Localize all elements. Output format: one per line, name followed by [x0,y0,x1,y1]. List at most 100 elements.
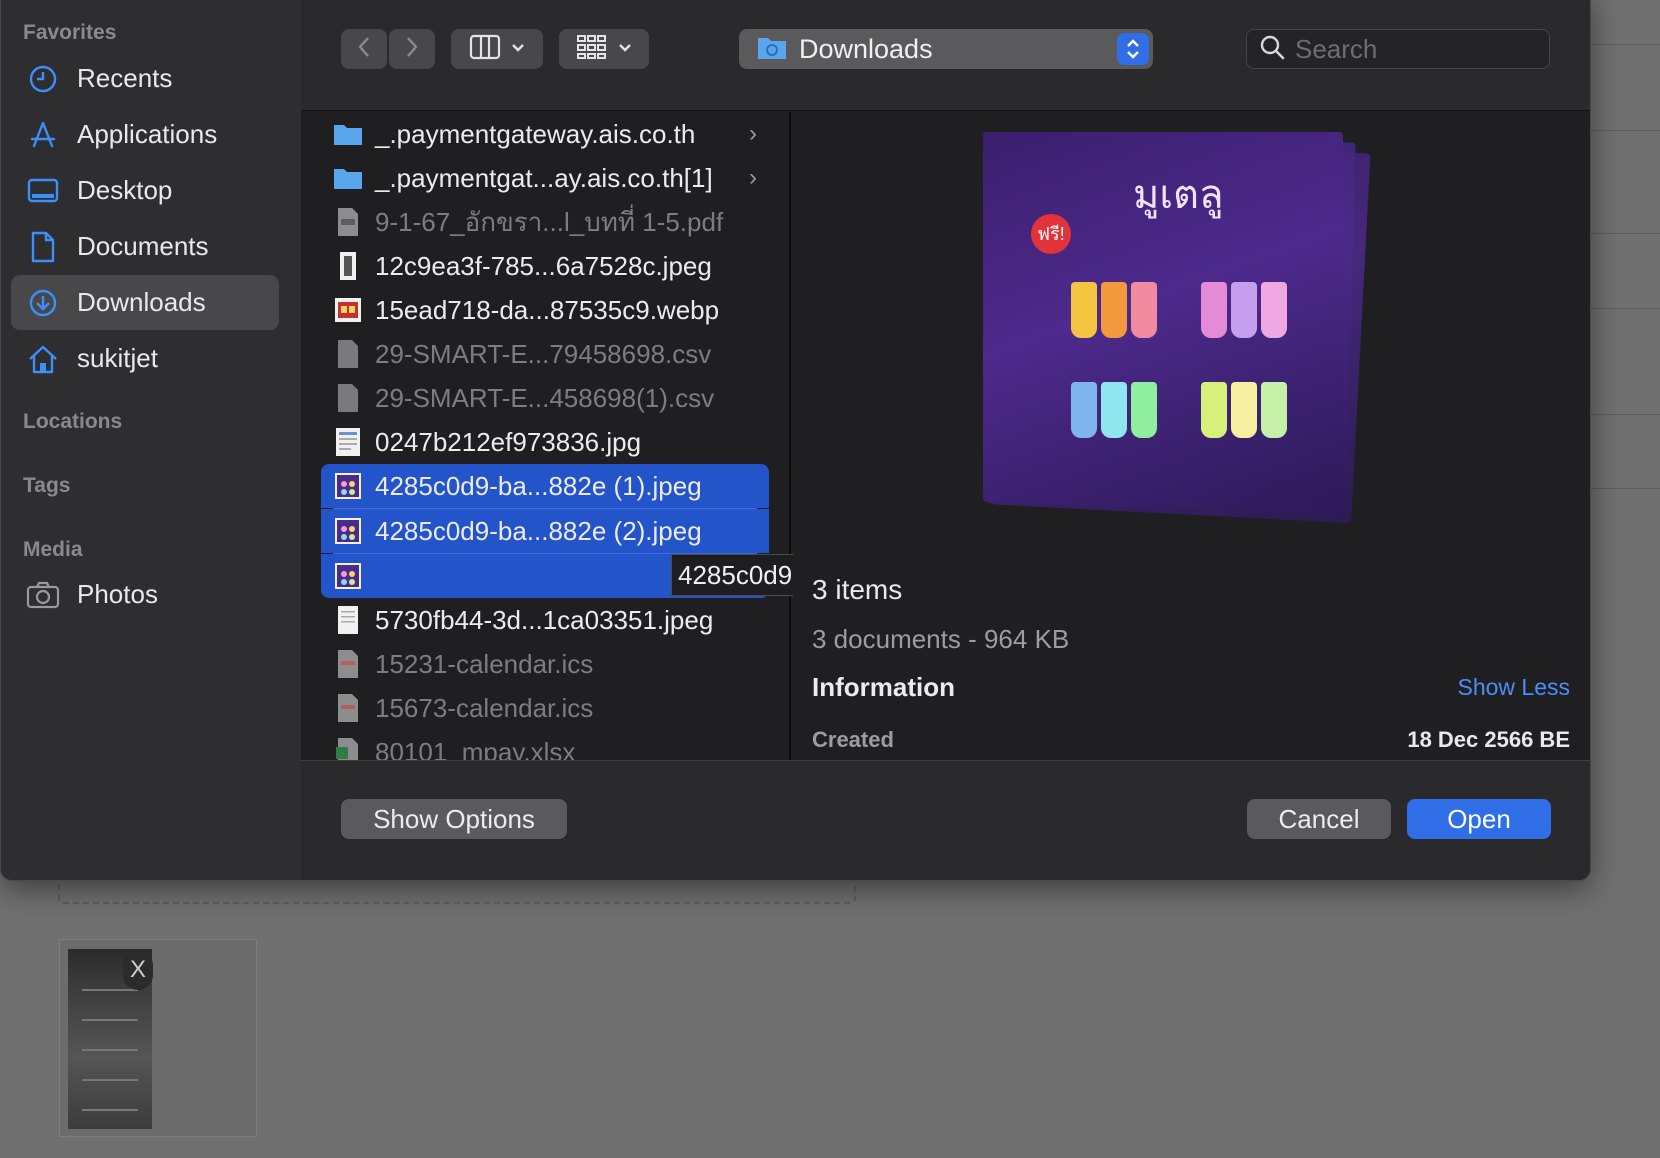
poster-title: มูเตลู [1133,172,1224,218]
csv-file-icon [333,339,363,369]
calendar-file-icon [333,693,363,723]
sidebar-item-recents[interactable]: Recents [11,51,279,106]
file-name: 0247b212ef973836.jpg [375,426,642,457]
poster-badge: ฟรี! [1031,214,1071,254]
cup-illustration [1201,382,1227,438]
cup-illustration [1131,282,1157,338]
image-file-icon [333,471,363,501]
group-by-button[interactable] [559,29,649,69]
sidebar-item-photos[interactable]: Photos [11,567,279,622]
sidebar-heading-media: Media [23,538,83,561]
file-row[interactable]: _.paymentgateway.ais.co.th › [321,112,769,156]
sidebar-heading-tags[interactable]: Tags [23,474,70,498]
folder-icon [333,119,363,149]
information-heading: Information [812,672,955,702]
pdf-file-icon [333,207,363,237]
sidebar-item-label: Desktop [77,175,173,205]
preview-title: 3 items [812,574,903,605]
file-row-selected[interactable]: 4285c0d9-ba...882e (1).jpeg [321,464,769,508]
calendar-file-icon [333,649,363,679]
folder-icon [757,34,787,65]
chevron-left-icon [357,35,371,64]
chevron-down-icon [511,40,525,58]
forward-button[interactable] [389,29,435,69]
file-row[interactable]: 0247b212ef973836.jpg [321,420,769,464]
open-button[interactable]: Open [1407,799,1551,839]
file-row[interactable]: 12c9ea3f-785...6a7528c.jpeg [321,244,769,288]
file-name: 12c9ea3f-785...6a7528c.jpeg [375,250,712,281]
updown-chevron-icon [1117,33,1149,65]
cup-illustration [1261,282,1287,338]
sidebar-item-label: sukitjet [77,343,158,373]
chevron-right-icon [405,35,419,64]
image-file-icon [333,251,363,281]
grid-icon [576,34,608,65]
image-file-icon [333,561,363,591]
file-row[interactable]: _.paymentgat...ay.ais.co.th[1] › [321,156,769,200]
sidebar-item-label: Photos [77,579,158,609]
chevron-right-icon: › [749,120,757,147]
file-row: 15231-calendar.ics [321,642,769,686]
cup-illustration [1131,382,1157,438]
desktop-icon [25,173,61,209]
toolbar: Downloads Search [301,0,1590,111]
sidebar-item-label: Documents [77,231,209,261]
back-button[interactable] [341,29,387,69]
location-label: Downloads [799,33,933,64]
sidebar-item-label: Recents [77,63,173,93]
bg-divider [1590,44,1660,45]
file-row: 9-1-67_อักขรา...l_บทที่ 1-5.pdf [321,200,769,244]
document-icon [25,229,61,265]
cup-illustration [1261,382,1287,438]
file-list[interactable]: _.paymentgateway.ais.co.th › _.paymentga… [301,112,791,760]
view-mode-button[interactable] [451,29,543,69]
preview-pane: มูเตลู ฟรี! 3 items 3 documents - 964 KB… [793,112,1590,760]
sidebar-heading-locations[interactable]: Locations [23,410,122,434]
applications-icon [25,117,61,153]
file-row[interactable]: 15ead718-da...87535c9.webp [321,288,769,332]
file-name: 15673-calendar.ics [375,692,594,723]
sidebar-heading-favorites: Favorites [23,21,117,44]
sidebar-item-label: Downloads [77,287,206,317]
created-label: Created [812,727,894,752]
cup-illustration [1101,282,1127,338]
location-popup[interactable]: Downloads [739,29,1153,69]
camera-icon [25,577,61,613]
cup-illustration [1231,382,1257,438]
bg-divider [1590,414,1660,415]
file-name: 5730fb44-3d...1ca03351.jpeg [375,604,714,635]
download-icon [25,285,61,321]
sidebar-item-downloads[interactable]: Downloads [11,275,279,330]
folder-icon [333,163,363,193]
file-name: 29-SMART-E...458698(1).csv [375,382,715,413]
sidebar-item-label: Applications [77,119,218,149]
bg-divider [1590,488,1660,489]
file-row[interactable]: 5730fb44-3d...1ca03351.jpeg [321,598,769,642]
sidebar-item-home[interactable]: sukitjet [11,331,279,386]
search-field[interactable]: Search [1246,29,1550,69]
cup-illustration [1071,282,1097,338]
sidebar: Favorites Recents Applications Desktop D… [1,0,301,880]
file-row: 15673-calendar.ics [321,686,769,730]
file-name: 9-1-67_อักขรา...l_บทที่ 1-5.pdf [375,206,724,237]
bg-divider [1590,233,1660,234]
csv-file-icon [333,383,363,413]
file-name: 29-SMART-E...79458698.csv [375,338,712,369]
show-options-button[interactable]: Show Options [341,799,567,839]
cancel-button[interactable]: Cancel [1247,799,1391,839]
cup-illustration [1101,382,1127,438]
dialog-footer: Show Options Cancel Open [301,760,1590,880]
cup-illustration [1071,382,1097,438]
sidebar-item-documents[interactable]: Documents [11,219,279,274]
sidebar-item-desktop[interactable]: Desktop [11,163,279,218]
preview-image: มูเตลู ฟรี! [983,132,1343,502]
chevron-right-icon: › [749,164,757,191]
show-less-link[interactable]: Show Less [1457,674,1570,701]
remove-thumbnail-button[interactable]: X [123,950,153,990]
file-row: 29-SMART-E...79458698.csv [321,332,769,376]
file-row-selected[interactable]: 4285c0d9-ba...882e (2).jpeg [321,509,769,553]
file-name: 15231-calendar.ics [375,648,594,679]
image-file-icon [333,516,363,546]
file-name: _.paymentgat...ay.ais.co.th[1] [375,162,713,193]
sidebar-item-applications[interactable]: Applications [11,107,279,162]
